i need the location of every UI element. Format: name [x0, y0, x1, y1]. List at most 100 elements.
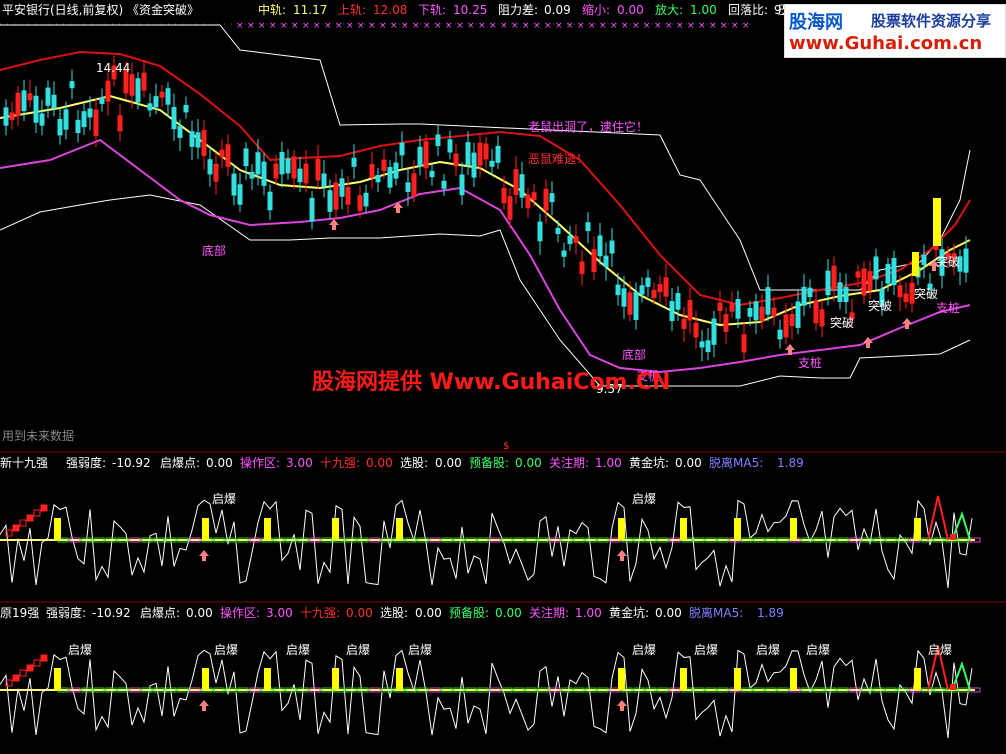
candle-body — [531, 192, 537, 201]
panel2-indicator-value: 1.89 — [757, 606, 784, 620]
header-indicator-value: 0.09 — [544, 3, 571, 17]
candle-body — [801, 286, 807, 306]
panel2-signal-label: 启爆 — [214, 643, 239, 657]
candle-body — [345, 187, 351, 205]
candle-body — [51, 94, 57, 109]
ignition-bar — [790, 518, 797, 540]
candle-body — [855, 271, 861, 278]
header-indicator-value: 10.25 — [453, 3, 488, 17]
candle-body — [3, 107, 9, 126]
candle-body — [645, 277, 651, 287]
candle-body — [39, 113, 45, 126]
candle-body — [897, 285, 903, 298]
candle-body — [171, 106, 177, 130]
candle-body — [891, 258, 897, 286]
candle-body — [63, 109, 69, 130]
candle-body — [741, 334, 747, 353]
panel1-title: 新十九强 — [0, 456, 49, 470]
candle-body — [369, 164, 375, 178]
up-arrow-icon — [863, 337, 873, 348]
candle-body — [819, 309, 825, 327]
logo-name: 股海网 — [789, 12, 843, 33]
top-marker: × — [379, 21, 387, 31]
ignition-bar — [790, 668, 797, 690]
panel2-indicator-value: -10.92 — [92, 606, 131, 620]
candle-body — [141, 72, 147, 91]
candle-body — [213, 163, 219, 182]
up-arrow-icon — [329, 219, 339, 230]
top-marker: × — [401, 21, 409, 31]
candle-body — [339, 178, 345, 197]
candle-body — [753, 301, 759, 321]
panel2-signal-label: 启爆 — [632, 643, 657, 657]
strength-marker — [33, 659, 41, 667]
top-marker: × — [412, 21, 420, 31]
bottom-label-2: 底部 — [622, 348, 647, 362]
top-marker: × — [621, 21, 629, 31]
candle-body — [93, 109, 99, 136]
candle-body — [603, 255, 609, 268]
candle-body — [381, 159, 387, 171]
logo-slogan: 股票软件资源分享 — [871, 12, 992, 30]
candle-body — [429, 170, 435, 178]
panel2-indicator-label: 黄金坑: — [609, 606, 650, 620]
panel1-indicator-value: 1.00 — [595, 456, 622, 470]
breakout-label-1: 突破 — [936, 255, 961, 269]
candle-body — [729, 302, 735, 312]
panel2-signal-label: 启爆 — [694, 643, 719, 657]
top-marker: × — [489, 21, 497, 31]
ignition-bar — [680, 518, 687, 540]
panel1-indicator-label: 操作区: — [240, 456, 281, 470]
candle-body — [765, 287, 771, 315]
strong-signal-line — [927, 495, 949, 541]
logo-url: www.Guhai.com.cn — [789, 33, 983, 54]
candle-body — [9, 112, 15, 121]
candle-body — [405, 182, 411, 192]
candle-body — [711, 318, 717, 345]
candle-body — [393, 162, 399, 179]
candle-body — [477, 142, 483, 166]
top-marker: × — [544, 21, 552, 31]
candle-body — [189, 131, 195, 147]
candle-body — [693, 322, 699, 338]
panel1-indicator-value: 0.00 — [206, 456, 233, 470]
candle-body — [963, 248, 969, 273]
candle-body — [507, 196, 513, 220]
signal-bar — [912, 252, 919, 276]
strength-marker — [950, 534, 956, 540]
top-marker: × — [247, 21, 255, 31]
header-indicator-value: 12.08 — [373, 3, 408, 17]
top-marker: × — [643, 21, 651, 31]
candle-body — [555, 227, 561, 235]
candle-body — [681, 318, 687, 329]
panel2-signal-label: 启爆 — [68, 643, 93, 657]
candle-body — [21, 90, 27, 112]
top-marker: × — [720, 21, 728, 31]
top-marker: × — [687, 21, 695, 31]
up-arrow-icon — [617, 550, 627, 561]
ignition-bar — [396, 668, 403, 690]
candle-body — [117, 115, 123, 132]
top-marker: × — [445, 21, 453, 31]
candle-body — [135, 78, 141, 103]
candle-body — [153, 96, 159, 108]
candle-body — [489, 160, 495, 167]
header-indicator-value: 1.00 — [690, 3, 717, 17]
candle-body — [537, 221, 543, 242]
candle-body — [69, 81, 75, 89]
candle-body — [483, 143, 489, 160]
header-indicator-label: 放大: — [655, 3, 684, 17]
candle-body — [651, 289, 657, 299]
panel1-indicator-label: 黄金坑: — [629, 456, 670, 470]
strength-marker — [950, 684, 956, 690]
panel2-signal-label: 启爆 — [346, 643, 371, 657]
candle-body — [231, 173, 237, 196]
top-marker: × — [357, 21, 365, 31]
signal-bar — [933, 198, 941, 246]
panel2-signal-label: 启爆 — [806, 643, 831, 657]
candle-body — [831, 265, 837, 289]
lower-band-line — [0, 138, 971, 374]
top-marker: × — [291, 21, 299, 31]
top-marker: × — [577, 21, 585, 31]
candle-body — [375, 175, 381, 183]
